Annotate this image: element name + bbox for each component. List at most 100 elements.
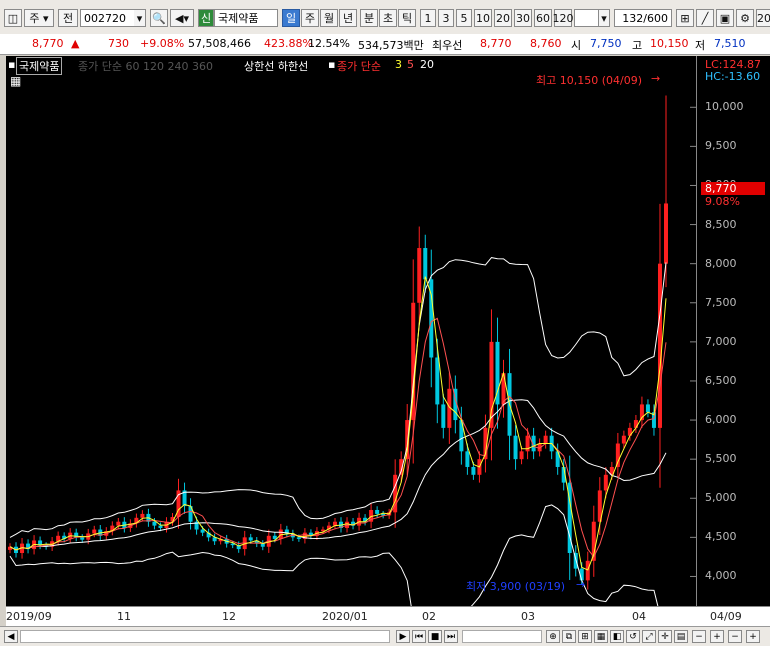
period-second-tab[interactable]: 초 <box>379 9 397 27</box>
interval-60[interactable]: 60 <box>534 9 552 27</box>
rewind-icon[interactable]: ⏮ <box>412 630 426 643</box>
date-label: 11 <box>117 610 131 623</box>
bar-count-input[interactable]: 132/600 <box>614 9 672 27</box>
market-select[interactable]: 주 ▾ <box>24 9 54 27</box>
market-label: 주 <box>29 12 40 25</box>
period-tick-tab[interactable]: 틱 <box>398 9 416 27</box>
quote-amount: 534,573백만 <box>358 39 424 52</box>
candle-body <box>248 537 253 541</box>
draw-line-icon[interactable]: ╱ <box>696 9 714 27</box>
high-marker-icon: → <box>651 72 661 85</box>
interval-dropdown-icon[interactable]: ▾ <box>598 9 610 27</box>
reset-icon[interactable]: ↺ <box>626 630 640 643</box>
candle-body <box>152 521 157 526</box>
gear-icon[interactable]: ⚙ <box>736 9 754 27</box>
low-annotation: 최저 3,900 (03/19) <box>466 580 566 593</box>
zoom-out-icon[interactable]: − <box>728 630 742 643</box>
y-tick-label: 8,500 <box>705 217 737 231</box>
stock-name-field[interactable]: 국제약품 <box>214 9 278 27</box>
candle-body <box>375 509 380 514</box>
split-icon[interactable]: ⊞ <box>578 630 592 643</box>
y-tick-label: 5,000 <box>705 491 737 505</box>
candle-body <box>441 404 446 428</box>
candle-body <box>435 357 440 405</box>
candle-body <box>645 404 650 413</box>
y-tick-label: 6,000 <box>705 413 737 427</box>
interval-5[interactable]: 5 <box>456 9 472 27</box>
date-label: 2020/01 <box>322 610 368 623</box>
date-label: 03 <box>521 610 535 623</box>
candle-body <box>296 537 301 539</box>
search-icon[interactable]: 🔍 <box>150 9 168 27</box>
candle-body <box>140 513 145 518</box>
cut-count-button[interactable]: 20 <box>756 9 770 27</box>
y-tick-label: 5,500 <box>705 452 737 466</box>
candle-body <box>80 537 85 540</box>
period-week-tab[interactable]: 주 <box>301 9 319 27</box>
overlay-icon[interactable]: ◧ <box>610 630 624 643</box>
code-dropdown-icon[interactable]: ▾ <box>134 9 146 27</box>
scroll-left-icon[interactable]: ◀ <box>4 630 18 643</box>
interval-3[interactable]: 3 <box>438 9 454 27</box>
layout-icon[interactable]: ▤ <box>674 630 688 643</box>
price-axis[interactable]: LC:124.87 HC:-13.60 4,000 4,500 5,000 5,500… <box>696 56 770 606</box>
fit-icon[interactable]: ⤢ <box>642 630 656 643</box>
quote-low-label: 저 <box>695 39 706 52</box>
save-icon[interactable]: ▣ <box>716 9 734 27</box>
date-label: 04/09 <box>710 610 742 623</box>
quote-high: 10,150 <box>650 37 689 50</box>
date-label: 12 <box>222 610 236 623</box>
date-axis: 2019/09 11 12 2020/01 02 03 04 04/09 <box>6 606 770 627</box>
price-chart[interactable]: ▪ 국제약품 종가 단순 60 120 240 360 상한선 하한선 ▪ 종가… <box>6 56 696 606</box>
bar-count-max: /600 <box>643 11 668 25</box>
new-listing-badge: 신 <box>198 9 214 27</box>
y-tick-label: 9,500 <box>705 139 737 153</box>
interval-10[interactable]: 10 <box>474 9 492 27</box>
y-tick-label: 7,500 <box>705 295 737 309</box>
candle-body <box>615 443 620 467</box>
quote-open: 7,750 <box>590 37 622 50</box>
y-tick-label: 7,000 <box>705 334 737 348</box>
sound-icon[interactable]: ◀▾ <box>170 9 194 27</box>
chart-scrollbar[interactable]: ◀ ▶ ⏮ ■ ⏭ ⊕ ⧉ ⊞ ▦ ◧ ↺ ⤢ ✛ ▤ − + − + <box>0 626 770 646</box>
period-month-tab[interactable]: 월 <box>320 9 338 27</box>
current-pct-tag: 9.08% <box>705 195 740 208</box>
stock-code-value: 002720 <box>84 11 126 25</box>
candle-body <box>513 435 518 460</box>
plus-icon[interactable]: + <box>710 630 724 643</box>
grid-icon[interactable]: ▦ <box>594 630 608 643</box>
candle-body <box>92 529 97 534</box>
period-day-tab[interactable]: 일 <box>282 9 300 27</box>
y-tick-label: 8,000 <box>705 256 737 270</box>
interval-30[interactable]: 30 <box>514 9 532 27</box>
indicator-icon[interactable]: ⊞ <box>676 9 694 27</box>
candle-body <box>471 466 476 475</box>
chart-settings-icon[interactable]: ◫ <box>4 9 22 27</box>
quote-ask: 8,770 <box>480 37 512 50</box>
interval-20[interactable]: 20 <box>494 9 512 27</box>
period-minute-tab[interactable]: 분 <box>360 9 378 27</box>
period-year-tab[interactable]: 년 <box>339 9 357 27</box>
candle-body <box>519 451 524 460</box>
minus-icon[interactable]: − <box>692 630 706 643</box>
stop-icon[interactable]: ■ <box>428 630 442 643</box>
interval-120[interactable]: 120 <box>553 9 574 27</box>
quote-change-pct: +9.08% <box>140 37 185 50</box>
quote-volume: 57,508,466 <box>188 37 251 50</box>
candle-body <box>158 525 163 528</box>
candle-body <box>543 435 548 444</box>
y-tick-label: 4,000 <box>705 569 737 583</box>
stock-name-value: 국제약품 <box>218 12 259 25</box>
play-icon[interactable]: ▶ <box>396 630 410 643</box>
candle-body <box>116 521 121 526</box>
zoom-plus-icon[interactable]: + <box>746 630 760 643</box>
interval-1[interactable]: 1 <box>420 9 436 27</box>
scroll-track[interactable] <box>20 630 390 643</box>
zoom-in-icon[interactable]: ⊕ <box>546 630 560 643</box>
compare-icon[interactable]: ⧉ <box>562 630 576 643</box>
zoom-slider[interactable] <box>462 630 542 643</box>
forward-icon[interactable]: ⏭ <box>444 630 458 643</box>
prefix-button[interactable]: 전 <box>58 9 78 27</box>
crosshair-icon[interactable]: ✛ <box>658 630 672 643</box>
quote-low: 7,510 <box>714 37 746 50</box>
